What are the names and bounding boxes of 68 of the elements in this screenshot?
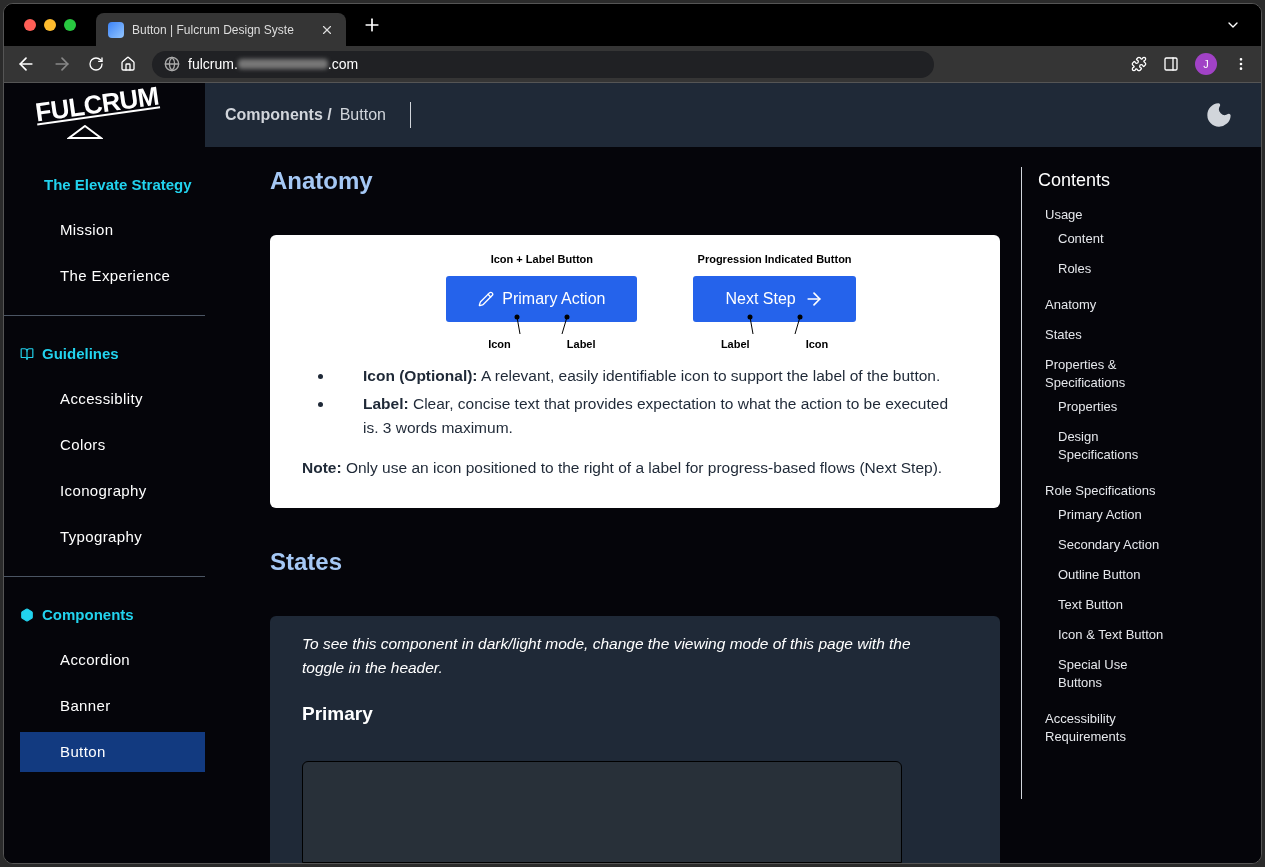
contents-link[interactable]: Accessibility Requirements [1045, 710, 1170, 746]
site-favicon [108, 21, 124, 38]
bullet-text: Label: Clear, concise text that provides expectation to what the action to be executed is. 3 words maximum. [363, 394, 950, 438]
bullet-icon [318, 374, 323, 379]
contents-link[interactable]: Outline Button [1045, 566, 1165, 584]
browser-tab[interactable]: Button | Fulcrum Design Syste [96, 13, 346, 46]
contents-link[interactable]: Properties [1045, 398, 1165, 416]
contents-link[interactable]: Roles [1045, 260, 1165, 278]
section-title: Anatomy [270, 166, 374, 196]
nav-item[interactable]: Iconography [20, 471, 205, 511]
callout-label: Label [720, 336, 750, 352]
zoom-window-icon[interactable] [64, 19, 76, 31]
triangle-icon [66, 125, 103, 139]
url-text: .com [327, 54, 359, 74]
bullet-icon [318, 402, 323, 407]
contents-link[interactable]: Design Specifications [1045, 428, 1165, 464]
puzzle-icon[interactable] [1131, 56, 1147, 72]
contents-link[interactable]: Special Use Buttons [1045, 656, 1165, 692]
nav-item[interactable]: Typography [20, 517, 205, 557]
moon-icon[interactable] [1205, 101, 1233, 129]
hexagon-icon [20, 608, 34, 622]
contents-link[interactable]: Usage [1045, 206, 1170, 224]
section-heading[interactable]: Components [42, 603, 134, 627]
callout-label: Icon [488, 336, 511, 352]
section-heading[interactable]: The Elevate Strategy [44, 173, 192, 197]
contents-link[interactable]: States [1045, 326, 1170, 344]
hint-text: To see this component in dark/light mode, change the viewing mode of this page with the toggle in the header. [302, 634, 912, 678]
example-caption: Progression Indicated Button [697, 252, 852, 267]
contents-link[interactable]: Primary Action [1045, 506, 1165, 524]
nav-item[interactable]: Button [20, 732, 205, 772]
reload-icon[interactable] [88, 56, 104, 72]
contents-link[interactable]: Icon & Text Button [1045, 626, 1165, 644]
home-icon[interactable] [120, 56, 136, 72]
section-title: States [270, 547, 344, 577]
contents-link[interactable]: Role Specifications [1045, 482, 1170, 500]
contents-link[interactable]: Anatomy [1045, 296, 1170, 314]
url-text: fulcrum. [188, 54, 238, 74]
note-text: Note: Only use an icon positioned to the right of a label for progress-based flows (Next Step). [302, 458, 944, 478]
profile-avatar[interactable]: J [1195, 53, 1217, 75]
bullet-text: Icon (Optional): A relevant, easily identifiable icon to support the label of the button. [363, 366, 941, 386]
nav-item[interactable]: Banner [20, 686, 205, 726]
nav-item[interactable]: Colors [20, 425, 205, 465]
globe-icon [164, 56, 180, 72]
nav-item[interactable]: Accordion [20, 640, 205, 680]
primary-button[interactable]: Primary Action [446, 275, 638, 322]
contents-title: Contents [1038, 169, 1112, 192]
nav-item[interactable]: Mission [20, 210, 205, 250]
logo: FULCRUM [33, 82, 160, 126]
minimize-window-icon[interactable] [44, 19, 56, 31]
contents-link[interactable]: Text Button [1045, 596, 1165, 614]
book-icon [20, 347, 34, 361]
nav-item[interactable]: Accessiblity [20, 379, 205, 419]
subsection-title: Primary [302, 702, 374, 726]
address-bar[interactable]: fulcrum. .com [152, 50, 934, 78]
pencil-icon [478, 290, 495, 307]
contents-link[interactable]: Secondary Action [1045, 536, 1165, 554]
nav-item[interactable]: The Experience [20, 256, 205, 296]
section-heading[interactable]: Guidelines [42, 342, 119, 366]
breadcrumb-current: Button [339, 105, 386, 125]
contents-link[interactable]: Content [1045, 230, 1165, 248]
callout-label: Label [566, 336, 596, 352]
example-caption: Icon + Label Button [490, 252, 594, 267]
contents-link[interactable]: Properties & Specifications [1045, 356, 1170, 392]
side-panel-icon[interactable] [1163, 56, 1179, 72]
primary-button[interactable]: Next Step [693, 275, 856, 322]
callout-label: Icon [805, 336, 829, 352]
breadcrumb-link[interactable]: Components / [225, 103, 332, 127]
close-window-icon[interactable] [24, 19, 36, 31]
